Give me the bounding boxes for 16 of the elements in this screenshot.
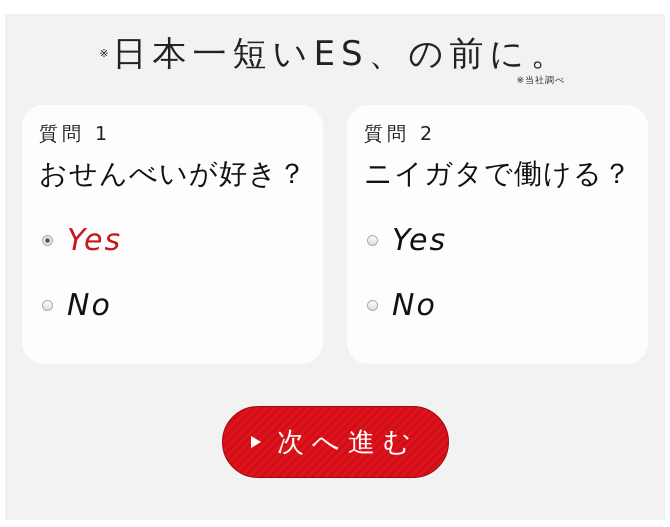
- radio-button[interactable]: [42, 300, 53, 311]
- footnote: ※当社調べ: [516, 74, 565, 87]
- page-title: $^{※}$日本一短いES、の前に。: [99, 34, 571, 74]
- play-icon: [251, 436, 261, 448]
- question-text: ニイガタで働ける？: [364, 156, 633, 192]
- option-label[interactable]: Yes: [67, 223, 122, 258]
- question-number: 質問 2: [364, 122, 438, 147]
- question-text: おせんべいが好き？: [39, 156, 308, 192]
- next-button[interactable]: 次へ進む: [222, 406, 448, 478]
- radio-button[interactable]: [367, 235, 378, 246]
- radio-button[interactable]: [367, 300, 378, 311]
- option-label[interactable]: No: [67, 288, 112, 323]
- question-number: 質問 1: [39, 122, 112, 147]
- radio-button[interactable]: [42, 235, 53, 246]
- option-label[interactable]: No: [392, 288, 437, 323]
- option-label[interactable]: Yes: [392, 223, 448, 258]
